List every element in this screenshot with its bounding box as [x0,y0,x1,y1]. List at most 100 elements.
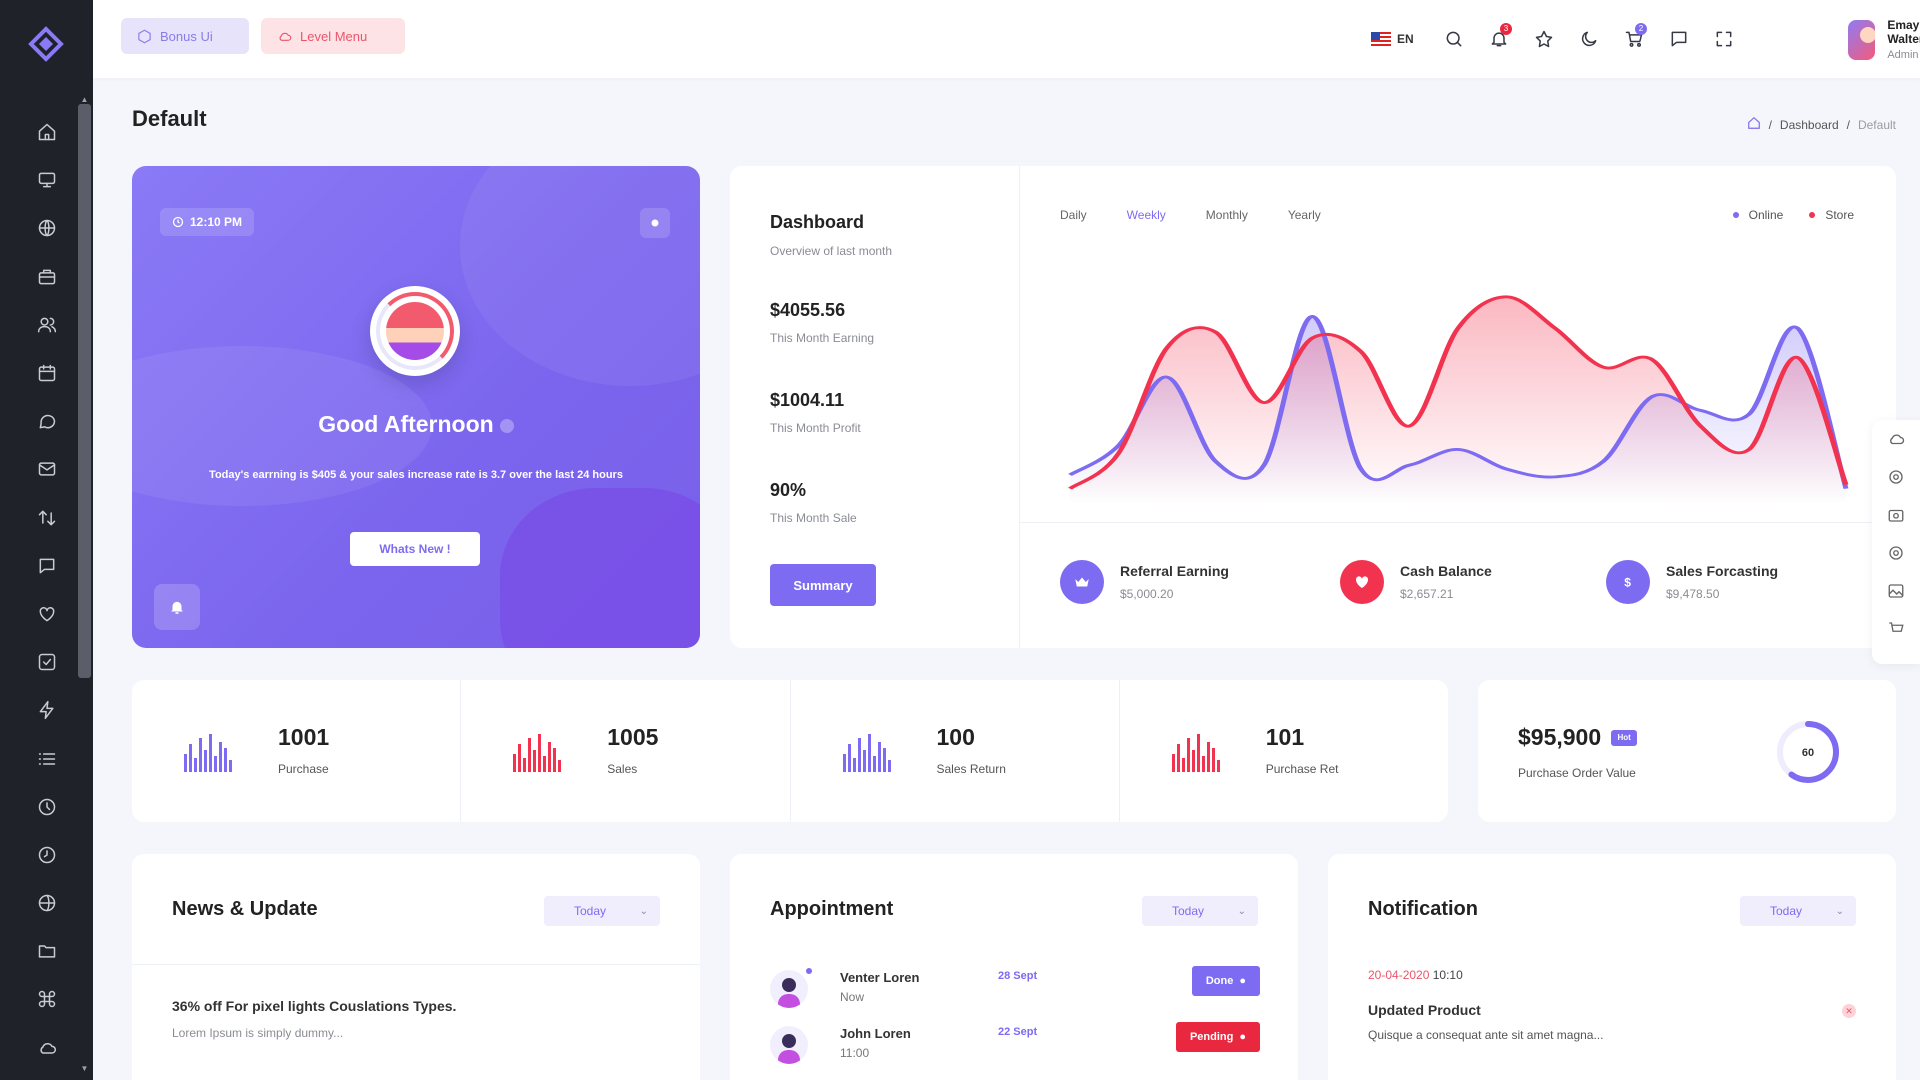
stat-label: This Month Sale [770,511,857,525]
sidebar-item-transfer[interactable] [0,494,93,542]
cloud-icon [1890,434,1905,445]
bonus-ui-button[interactable]: Bonus Ui [121,18,249,54]
bar-chart-icon [1171,734,1220,772]
fullscreen-button[interactable] [1701,22,1746,56]
list-icon [38,752,55,765]
stat-value: 101 [1265,724,1305,750]
breadcrumb-home[interactable] [1747,116,1761,133]
area-chart [1068,295,1849,505]
summary-button[interactable]: Summary [770,564,876,606]
welcome-bell-button[interactable] [154,584,200,630]
notifications-button[interactable]: 3 [1476,22,1521,56]
sidebar-item-cloud[interactable] [0,1024,93,1072]
tab-weekly[interactable]: Weekly [1127,208,1166,222]
bar-icon-segment [882,748,886,772]
sidebar-item-favourites[interactable] [0,590,93,638]
dashboard-card: Dashboard Overview of last month $4055.5… [730,166,1896,648]
sidebar-item-projects[interactable] [0,253,93,301]
sidebar-item-files[interactable] [0,927,93,975]
whats-new-button[interactable]: Whats New ! [350,532,480,566]
bar-icon-segment [842,754,846,772]
stat-value: 100 [936,724,975,750]
us-flag-icon [1371,32,1391,46]
breadcrumb-current: Default [1857,117,1896,132]
bar-icon-segment [523,758,527,772]
level-menu-button[interactable]: Level Menu [261,18,405,54]
chart-legend: Online Store [1732,208,1854,222]
appointment-name[interactable]: Venter Loren [840,970,919,985]
appointment-name[interactable]: John Loren [840,1026,911,1041]
time-badge: 12:10 PM [160,208,255,236]
news-filter-select[interactable]: Today ⌄ [544,896,660,926]
mini-value: $2,657.21 [1400,587,1454,601]
customizer-toolbar [1872,420,1920,664]
appointment-filter-select[interactable]: Today ⌄ [1142,896,1258,926]
bar-icon-segment [189,744,192,772]
stat-label: Purchase Ret [1265,762,1339,776]
bar-icon-segment [1211,748,1215,772]
tab-daily[interactable]: Daily [1060,208,1087,222]
notification-filter-select[interactable]: Today ⌄ [1740,896,1856,926]
language-selector[interactable]: EN [1371,32,1431,46]
breadcrumb: / Dashboard / Default [1747,116,1896,133]
sidebar-item-world[interactable] [0,879,93,927]
mail-icon [38,462,55,476]
customizer-support-button[interactable] [1872,534,1920,572]
sidebar-item-widgets[interactable] [0,156,93,204]
bar-icon-segment [553,748,557,772]
mini-label: Sales Forcasting [1666,563,1779,579]
customizer-settings-button[interactable] [1872,458,1920,496]
breadcrumb-dashboard[interactable]: Dashboard [1780,118,1839,132]
mini-referral: Referral Earning $5,000.20 [1060,560,1229,604]
sidebar-item-messages[interactable] [0,542,93,590]
bar-icon-segment [887,760,891,772]
sidebar-item-users[interactable] [0,301,93,349]
home-icon [1747,116,1760,129]
customizer-image-button[interactable] [1872,572,1920,610]
language-label: EN [1397,32,1414,46]
sidebar-item-layout[interactable] [0,204,93,252]
sidebar-item-commands[interactable] [0,975,93,1023]
welcome-settings-button[interactable] [640,208,670,238]
sidebar-item-schedule[interactable] [0,831,93,879]
close-icon[interactable]: ✕ [1842,1004,1856,1018]
appointment-time: 11:00 [840,1046,870,1060]
bar-icon-segment [229,760,232,772]
search-button[interactable] [1431,22,1476,56]
profile-avatar [370,286,460,376]
messages-button[interactable] [1656,22,1701,56]
logo-icon[interactable] [28,26,64,62]
stats-row: 1001 Purchase 1005 Sales 100 Sales Retur… [132,680,1448,822]
bookmark-button[interactable] [1521,22,1566,56]
sidebar-item-tasks[interactable] [0,638,93,686]
order-value-label: Purchase Order Value [1518,766,1636,780]
status-badge-pending[interactable]: Pending ● [1175,1022,1260,1052]
cart-button[interactable]: 2 [1611,22,1656,56]
customizer-camera-button[interactable] [1872,496,1920,534]
customizer-layout-button[interactable] [1872,420,1920,458]
sidebar-item-activity[interactable] [0,686,93,734]
customizer-cart-button[interactable] [1872,610,1920,648]
bar-icon-segment [214,756,217,772]
sidebar-item-email[interactable] [0,445,93,493]
sidebar-item-history[interactable] [0,783,93,831]
scroll-up-icon[interactable]: ▲ [79,95,90,105]
online-dot [806,968,812,974]
sidebar-item-home[interactable] [0,108,93,156]
tab-yearly[interactable]: Yearly [1288,208,1321,222]
bar-icon-segment [1201,756,1205,772]
sidebar-item-chat[interactable] [0,397,93,445]
dashboard-subtitle: Overview of last month [770,244,893,258]
dark-mode-toggle[interactable] [1566,22,1611,56]
sidebar-item-calendar[interactable] [0,349,93,397]
bar-icon-segment [847,744,851,772]
top-header: Bonus Ui Level Menu EN 3 2 Emay Walter A… [93,0,1920,78]
bar-icon-segment [867,734,871,772]
tab-monthly[interactable]: Monthly [1206,208,1248,222]
sidebar-item-list[interactable] [0,734,93,782]
news-item-title[interactable]: 36% off For pixel lights Couslations Typ… [172,998,456,1014]
notification-item-title[interactable]: Updated Product [1368,1002,1481,1018]
user-name: Emay Walter [1887,18,1920,46]
status-badge-done[interactable]: Done ● [1191,966,1260,996]
user-profile[interactable]: Emay Walter Admin ⌄ [1848,18,1920,61]
